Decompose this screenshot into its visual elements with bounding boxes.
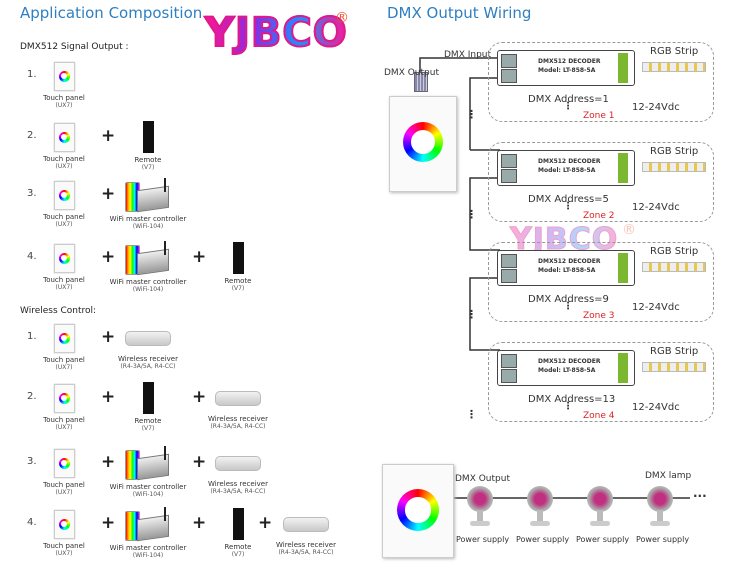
dmx-lamp-icon [584,486,616,528]
lamp-color-wheel-icon [397,489,439,531]
chain-dots: ⋮ [466,408,477,421]
decoder-title: DMX512 DECODER [538,158,601,165]
rgb-strip-label: RGB Strip [650,146,699,157]
chain-dots: ⋮ [466,308,477,321]
more-lamps-ellipsis: ... [693,486,707,500]
zone-label: Zone 2 [583,211,615,221]
power-supply-label: Power supply [516,535,570,544]
decoder-model: Model: LT-858-5A [538,267,596,274]
dmx-lamp-icon [524,486,556,528]
dmx-lamp-label: DMX lamp [645,471,692,481]
rgb-strip [642,362,706,372]
dmx-decoder: DMX512 DECODER Model: LT-858-5A [497,250,635,286]
zone-label: Zone 4 [583,411,615,421]
terminal-block [618,53,628,83]
power-supply-label: Power supply [576,535,630,544]
more-dots: ⋮ [563,101,573,112]
color-wheel-icon [403,122,443,162]
rj45-in-port [501,354,517,368]
lamp-head [527,486,553,512]
power-supply-label: Power supply [456,535,510,544]
decoder-model: Model: LT-858-5A [538,167,596,174]
voltage-label: 12-24Vdc [632,302,680,313]
rgb-strip-label: RGB Strip [650,346,699,357]
dmx-lamp-icon [644,486,676,528]
rj45-in-port [501,154,517,168]
dmx-decoder: DMX512 DECODER Model: LT-858-5A [497,350,635,386]
zone-label: Zone 3 [583,311,615,321]
dmx-input-label: DMX Input [444,50,492,60]
rj45-in-port [501,254,517,268]
voltage-label: 12-24Vdc [632,202,680,213]
rgb-strip [642,62,706,72]
rj45-out-port [501,369,517,383]
lamp-head [647,486,673,512]
lamp-head [587,486,613,512]
dmx-lamp-icon [464,486,496,528]
power-supply-label: Power supply [636,535,690,544]
lamp-head [467,486,493,512]
lamp-dmx-output-label: DMX Output [455,474,510,484]
chain-dots: ⋮ [466,108,477,121]
rgb-strip [642,262,706,272]
decoder-title: DMX512 DECODER [538,258,601,265]
rj45-out-port [501,69,517,83]
decoder-title: DMX512 DECODER [538,358,601,365]
decoder-model: Model: LT-858-5A [538,367,596,374]
terminal-block [618,153,628,183]
decoder-model: Model: LT-858-5A [538,67,596,74]
lamp-touch-panel-image [382,464,454,558]
terminal-block [618,353,628,383]
lamp-base [590,521,610,526]
more-dots: ⋮ [563,401,573,412]
composition-diagram: Application Composition YJBCO ® DMX512 Si… [0,0,731,576]
rgb-strip [642,162,706,172]
dmx-output-label: DMX Output [384,68,439,78]
voltage-label: 12-24Vdc [632,402,680,413]
chain-dots: ⋮ [466,208,477,221]
lamp-base [650,521,670,526]
rj45-out-port [501,269,517,283]
lamp-base [530,521,550,526]
dmx-decoder: DMX512 DECODER Model: LT-858-5A [497,150,635,186]
decoder-title: DMX512 DECODER [538,58,601,65]
voltage-label: 12-24Vdc [632,102,680,113]
rgb-strip-label: RGB Strip [650,246,699,257]
more-dots: ⋮ [563,301,573,312]
more-dots: ⋮ [563,201,573,212]
rgb-strip-label: RGB Strip [650,46,699,57]
rj45-in-port [501,54,517,68]
touch-panel-image [389,96,457,192]
zone-label: Zone 1 [583,111,615,121]
terminal-block [618,253,628,283]
rj45-out-port [501,169,517,183]
lamp-base [470,521,490,526]
dmx-decoder: DMX512 DECODER Model: LT-858-5A [497,50,635,86]
